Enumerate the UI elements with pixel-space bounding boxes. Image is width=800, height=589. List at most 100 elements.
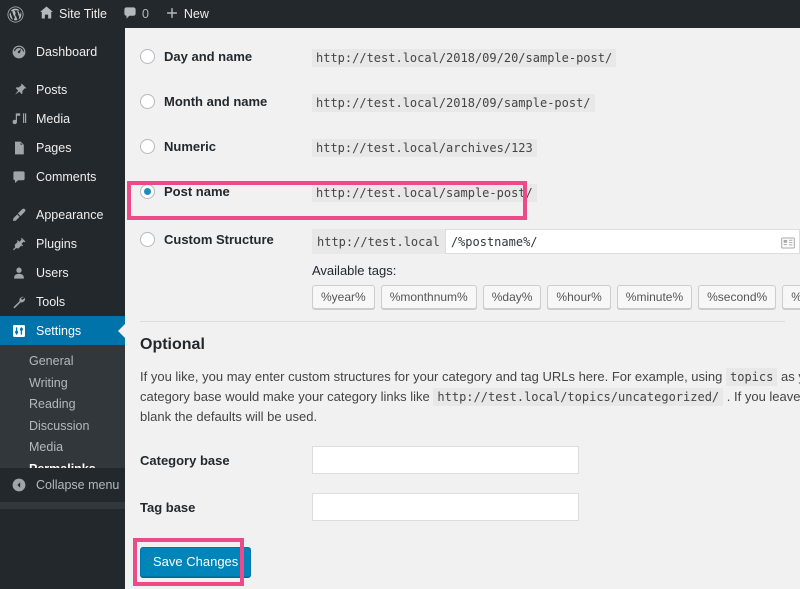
sidebar-item-media-settings[interactable]: Media xyxy=(0,437,125,459)
wrench-icon xyxy=(10,293,28,311)
wordpress-logo-icon xyxy=(7,6,24,23)
custom-structure-label: Custom Structure xyxy=(164,232,274,247)
option-label-cell: Day and name xyxy=(140,41,312,64)
home-icon xyxy=(39,5,54,23)
sidebar-item-settings[interactable]: Settings xyxy=(0,316,126,345)
option-label-cell: Numeric xyxy=(140,131,312,154)
admin-sidebar: Dashboard Posts Media Pages Comments App… xyxy=(0,28,126,589)
section-divider xyxy=(140,321,785,322)
permalink-example: http://test.local/2018/09/20/sample-post… xyxy=(312,49,617,67)
permalink-structure-table: Day and name http://test.local/2018/09/2… xyxy=(140,41,800,309)
permalink-option-label: Post name xyxy=(164,184,230,199)
sidebar-item-label: Appearance xyxy=(36,207,104,222)
media-icon xyxy=(10,110,28,128)
sidebar-item-tools[interactable]: Tools xyxy=(0,287,125,316)
option-label-cell: Post name xyxy=(140,176,312,199)
comment-bubble-icon xyxy=(10,168,28,186)
sidebar-item-comments[interactable]: Comments xyxy=(0,162,125,191)
paintbrush-icon xyxy=(10,206,28,224)
radio-day-and-name[interactable] xyxy=(140,49,155,64)
new-label: New xyxy=(183,7,209,21)
menu-separator xyxy=(0,191,125,200)
option-example-cell: http://test.local/sample-post/ xyxy=(312,176,537,202)
sidebar-item-label: Media xyxy=(36,111,71,126)
tag-button[interactable]: %day% xyxy=(482,285,542,309)
collapse-menu-label: Collapse menu xyxy=(36,478,120,492)
sidebar-item-discussion[interactable]: Discussion xyxy=(0,416,125,438)
documentation-line: Documentation on Nginx configuration. xyxy=(140,577,800,589)
new-content-menu-item[interactable]: New xyxy=(157,0,217,28)
content-area: Day and name http://test.local/2018/09/2… xyxy=(125,28,800,589)
save-button[interactable]: Save Changes xyxy=(140,547,252,578)
tag-base-field[interactable] xyxy=(312,493,579,522)
radio-custom-structure[interactable] xyxy=(140,232,155,247)
plug-icon xyxy=(10,235,28,253)
sidebar-item-users[interactable]: Users xyxy=(0,258,125,287)
comments-count: 0 xyxy=(141,7,149,21)
category-base-row: Category base xyxy=(140,446,800,475)
custom-structure-prefix: http://test.local xyxy=(312,229,445,254)
admin-bar: Site Title 0 New xyxy=(0,0,800,28)
available-tags-list: %year% %monthnum% %day% %hour% %minute% … xyxy=(312,285,800,309)
optional-desc-code1: topics xyxy=(726,368,778,386)
tag-button[interactable]: %second% xyxy=(698,285,777,309)
settings-sliders-icon xyxy=(10,322,28,340)
sidebar-item-label: Users xyxy=(36,265,69,280)
permalink-settings-form: Day and name http://test.local/2018/09/2… xyxy=(125,41,800,589)
tag-button[interactable]: %hour% xyxy=(547,285,611,309)
option-label-cell: Month and name xyxy=(140,86,312,109)
permalink-option-row[interactable]: Post name http://test.local/sample-post/ xyxy=(140,176,800,221)
submit-area: Save Changes xyxy=(133,538,800,587)
category-base-field[interactable] xyxy=(312,446,579,475)
tag-button[interactable]: %year% xyxy=(312,285,375,309)
permalink-option-label: Day and name xyxy=(164,49,253,64)
sidebar-item-appearance[interactable]: Appearance xyxy=(0,200,125,229)
site-title-label: Site Title xyxy=(59,7,107,21)
radio-month-and-name[interactable] xyxy=(140,94,155,109)
option-example-cell: http://test.local/2018/09/20/sample-post… xyxy=(312,41,617,67)
user-icon xyxy=(10,264,28,282)
permalink-option-label: Month and name xyxy=(164,94,268,109)
sidebar-item-label: Tools xyxy=(36,294,66,309)
dashboard-icon xyxy=(10,43,28,61)
radio-numeric[interactable] xyxy=(140,139,155,154)
radio-post-name[interactable] xyxy=(140,184,155,199)
option-label-cell: Custom Structure xyxy=(140,224,312,247)
tag-button[interactable]: %minute% xyxy=(616,285,693,309)
form-autofill-icon[interactable] xyxy=(781,236,795,249)
sidebar-item-label: Plugins xyxy=(36,236,77,251)
sidebar-item-media[interactable]: Media xyxy=(0,104,125,133)
pages-icon xyxy=(10,139,28,157)
plus-icon xyxy=(165,6,179,23)
permalink-option-row[interactable]: Day and name http://test.local/2018/09/2… xyxy=(140,41,800,86)
comments-menu-item[interactable]: 0 xyxy=(115,0,157,28)
tag-button[interactable]: %post_id% xyxy=(782,285,800,309)
optional-description: If you like, you may enter custom struct… xyxy=(140,367,800,427)
sidebar-item-dashboard[interactable]: Dashboard xyxy=(0,37,125,66)
tag-button[interactable]: %monthnum% xyxy=(380,285,477,309)
permalink-option-row[interactable]: Month and name http://test.local/2018/09… xyxy=(140,86,800,131)
permalink-example: http://test.local/archives/123 xyxy=(312,139,537,157)
sidebar-item-pages[interactable]: Pages xyxy=(0,133,125,162)
custom-structure-input[interactable] xyxy=(444,229,800,254)
permalink-option-row[interactable]: Numeric http://test.local/archives/123 xyxy=(140,131,800,176)
sidebar-item-writing[interactable]: Writing xyxy=(0,373,125,395)
sidebar-item-plugins[interactable]: Plugins xyxy=(0,229,125,258)
option-example-cell: http://test.local/archives/123 xyxy=(312,131,537,157)
sidebar-item-posts[interactable]: Posts xyxy=(0,75,125,104)
permalink-example: http://test.local/sample-post/ xyxy=(312,184,537,202)
collapse-menu-button[interactable]: Collapse menu xyxy=(0,468,125,502)
sidebar-item-label: Settings xyxy=(36,323,82,338)
sidebar-item-reading[interactable]: Reading xyxy=(0,394,125,416)
wp-logo-menu-item[interactable] xyxy=(0,0,31,28)
sidebar-item-general[interactable]: General xyxy=(0,351,125,373)
custom-structure-row[interactable]: Custom Structure http://test.local /%pos… xyxy=(140,224,800,309)
optional-heading: Optional xyxy=(140,336,205,353)
permalink-option-label: Numeric xyxy=(164,139,217,154)
sidebar-item-label: Comments xyxy=(36,169,97,184)
available-tags-label: Available tags: xyxy=(312,263,397,278)
custom-structure-input-wrap xyxy=(444,229,800,254)
permalink-example: http://test.local/2018/09/sample-post/ xyxy=(312,94,595,112)
site-name-menu-item[interactable]: Site Title xyxy=(31,0,115,28)
tag-base-label: Tag base xyxy=(140,499,196,515)
